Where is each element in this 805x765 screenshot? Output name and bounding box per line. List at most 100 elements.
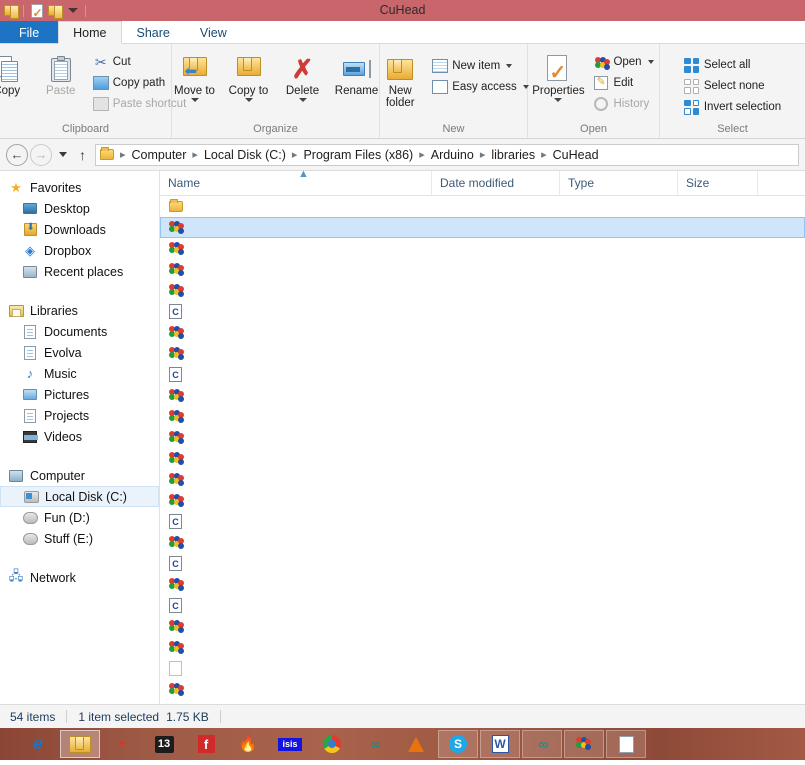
chevron-down-icon[interactable] bbox=[298, 98, 307, 102]
new-folder-icon[interactable] bbox=[47, 3, 63, 19]
sidebar-item-network[interactable]: 🖧 Network bbox=[0, 567, 159, 588]
table-row[interactable] bbox=[160, 427, 805, 448]
breadcrumb[interactable]: ▸ Computer ▸ Local Disk (C:) ▸ Program F… bbox=[95, 143, 799, 166]
sidebar-item-projects[interactable]: Projects bbox=[0, 405, 159, 426]
chevron-down-icon[interactable] bbox=[554, 98, 563, 102]
tab-share[interactable]: Share bbox=[122, 21, 185, 43]
breadcrumb-separator[interactable]: ▸ bbox=[191, 148, 199, 161]
taskbar-button-isis-app[interactable]: isis bbox=[270, 730, 310, 758]
sidebar-item-recent-places[interactable]: Recent places bbox=[0, 261, 159, 282]
history-button[interactable]: History bbox=[589, 94, 657, 114]
sidebar-item-dropbox[interactable]: ◈ Dropbox bbox=[0, 240, 159, 261]
sidebar-item-evolva[interactable]: Evolva bbox=[0, 342, 159, 363]
table-row[interactable] bbox=[160, 616, 805, 637]
table-row[interactable] bbox=[160, 259, 805, 280]
table-row[interactable]: C bbox=[160, 595, 805, 616]
copy-to-button[interactable]: Copy to bbox=[223, 50, 275, 105]
sidebar-item-pictures[interactable]: Pictures bbox=[0, 384, 159, 405]
new-item-button[interactable]: New item bbox=[428, 56, 533, 76]
open-with-button[interactable]: Open bbox=[589, 52, 657, 72]
breadcrumb-item-computer[interactable]: Computer bbox=[128, 148, 191, 162]
chevron-down-icon[interactable] bbox=[647, 60, 654, 64]
chevron-down-icon[interactable] bbox=[244, 98, 253, 102]
taskbar-button-skype[interactable]: S bbox=[438, 730, 478, 758]
table-row[interactable] bbox=[160, 679, 805, 700]
tab-view[interactable]: View bbox=[185, 21, 242, 43]
table-row[interactable] bbox=[160, 238, 805, 259]
properties-button[interactable]: ✓ Properties bbox=[529, 50, 587, 105]
column-header-size[interactable]: Size bbox=[678, 171, 758, 195]
invert-selection-button[interactable]: Invert selection bbox=[680, 97, 785, 117]
sidebar-item-stuff-e[interactable]: Stuff (E:) bbox=[0, 528, 159, 549]
sidebar-item-downloads[interactable]: Downloads bbox=[0, 219, 159, 240]
taskbar-button-calendar-13-app[interactable]: 13 bbox=[144, 730, 184, 758]
new-folder-button[interactable]: New folder bbox=[374, 50, 426, 112]
chevron-down-icon[interactable] bbox=[65, 3, 80, 18]
folder-icon[interactable] bbox=[3, 3, 19, 19]
sidebar-item-local-disk[interactable]: Local Disk (C:) bbox=[0, 486, 159, 507]
sidebar-item-videos[interactable]: Videos bbox=[0, 426, 159, 447]
select-none-button[interactable]: Select none bbox=[680, 76, 785, 96]
table-row[interactable] bbox=[160, 280, 805, 301]
tab-home[interactable]: Home bbox=[58, 21, 122, 44]
taskbar-button-vlc-media-player[interactable] bbox=[396, 730, 436, 758]
taskbar-button-file-explorer[interactable] bbox=[60, 730, 100, 758]
forward-arrow-icon[interactable]: → bbox=[30, 143, 52, 166]
copy-button[interactable]: Copy bbox=[0, 50, 33, 100]
column-header-name[interactable]: Name bbox=[160, 171, 432, 195]
table-row[interactable]: C bbox=[160, 511, 805, 532]
properties-icon[interactable] bbox=[29, 3, 44, 19]
breadcrumb-separator[interactable]: ▸ bbox=[291, 148, 299, 161]
edit-button[interactable]: Edit bbox=[589, 73, 657, 93]
table-row[interactable]: C bbox=[160, 553, 805, 574]
taskbar-button-red-flame-app[interactable]: 🔥 bbox=[228, 730, 268, 758]
sidebar-item-fun-d[interactable]: Fun (D:) bbox=[0, 507, 159, 528]
sidebar-item-desktop[interactable]: Desktop bbox=[0, 198, 159, 219]
table-row[interactable] bbox=[160, 385, 805, 406]
sidebar-item-documents[interactable]: Documents bbox=[0, 321, 159, 342]
move-to-button[interactable]: ⬅ Move to bbox=[169, 50, 221, 105]
chevron-down-icon[interactable] bbox=[190, 98, 199, 102]
table-row[interactable] bbox=[160, 469, 805, 490]
paste-button[interactable]: Paste bbox=[35, 50, 87, 100]
breadcrumb-item-local-disk[interactable]: Local Disk (C:) bbox=[200, 148, 290, 162]
taskbar-button-microsoft-word[interactable]: W bbox=[480, 730, 520, 758]
breadcrumb-item-libraries[interactable]: libraries bbox=[487, 148, 539, 162]
table-row[interactable] bbox=[160, 448, 805, 469]
taskbar-button-text-document[interactable] bbox=[606, 730, 646, 758]
breadcrumb-separator[interactable]: ▸ bbox=[479, 148, 487, 161]
taskbar-button-google-chrome[interactable] bbox=[312, 730, 352, 758]
table-row[interactable] bbox=[160, 490, 805, 511]
taskbar-button-h-file-window[interactable] bbox=[564, 730, 604, 758]
table-row[interactable]: C bbox=[160, 364, 805, 385]
column-header-type[interactable]: Type bbox=[560, 171, 678, 195]
sidebar-item-favorites[interactable]: ★ Favorites bbox=[0, 177, 159, 198]
taskbar-button-adobe-flash-app[interactable]: f bbox=[186, 730, 226, 758]
breadcrumb-item-arduino[interactable]: Arduino bbox=[427, 148, 478, 162]
table-row[interactable]: C bbox=[160, 301, 805, 322]
sidebar-item-music[interactable]: ♪ Music bbox=[0, 363, 159, 384]
tab-file[interactable]: File bbox=[0, 21, 59, 43]
table-row[interactable] bbox=[160, 574, 805, 595]
back-arrow-icon[interactable]: ← bbox=[6, 143, 28, 166]
breadcrumb-separator[interactable]: ▸ bbox=[540, 148, 548, 161]
sidebar-item-libraries[interactable]: Libraries bbox=[0, 300, 159, 321]
table-row[interactable] bbox=[160, 217, 805, 238]
column-header-date-modified[interactable]: Date modified bbox=[432, 171, 560, 195]
breadcrumb-separator[interactable]: ▸ bbox=[418, 148, 426, 161]
taskbar-button-red-clock-app[interactable]: ◓ bbox=[102, 730, 142, 758]
table-row[interactable] bbox=[160, 406, 805, 427]
table-row[interactable] bbox=[160, 637, 805, 658]
table-row[interactable] bbox=[160, 196, 805, 217]
up-arrow-icon[interactable]: ↑ bbox=[74, 147, 91, 163]
table-row[interactable] bbox=[160, 532, 805, 553]
breadcrumb-item-cuhead[interactable]: CuHead bbox=[549, 148, 603, 162]
delete-button[interactable]: ✗ Delete bbox=[277, 50, 329, 105]
table-row[interactable] bbox=[160, 343, 805, 364]
select-all-button[interactable]: Select all bbox=[680, 55, 785, 75]
taskbar-button-arduino-ide[interactable]: ∞ bbox=[354, 730, 394, 758]
sidebar-item-computer[interactable]: Computer bbox=[0, 465, 159, 486]
taskbar-button-internet-explorer[interactable]: e bbox=[18, 730, 58, 758]
easy-access-button[interactable]: Easy access bbox=[428, 77, 533, 97]
breadcrumb-item-program-files[interactable]: Program Files (x86) bbox=[299, 148, 417, 162]
